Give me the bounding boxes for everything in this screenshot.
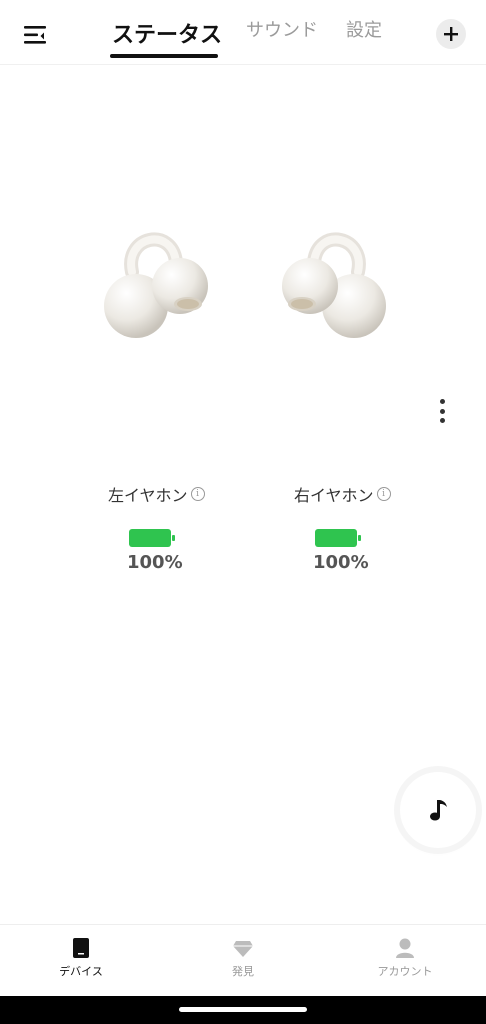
right-earbud-label-text: 右イヤホン xyxy=(294,486,374,505)
tab-settings[interactable]: 設定 xyxy=(346,16,382,42)
right-battery-icon xyxy=(315,529,361,547)
nav-devices[interactable]: デバイス xyxy=(31,937,131,979)
nav-discover-label: 発見 xyxy=(232,965,254,978)
info-icon[interactable]: i xyxy=(376,487,391,501)
left-earbud-image xyxy=(102,228,214,340)
left-earbud-label: 左イヤホン i xyxy=(108,482,205,506)
right-earbud-image xyxy=(276,228,388,340)
right-earbud-label: 右イヤホン i xyxy=(294,482,391,506)
nav-discover[interactable]: 発見 xyxy=(193,937,293,979)
more-dot xyxy=(439,418,445,423)
nav-account[interactable]: アカウント xyxy=(355,937,455,979)
plus-icon xyxy=(444,27,458,41)
device-icon xyxy=(73,938,89,958)
home-indicator[interactable] xyxy=(179,1007,307,1012)
active-tab-indicator xyxy=(110,54,218,58)
tab-sound[interactable]: サウンド xyxy=(246,16,318,42)
info-icon[interactable]: i xyxy=(190,487,205,501)
nav-devices-label: デバイス xyxy=(59,965,103,978)
left-earbud-label-text: 左イヤホン xyxy=(108,486,188,505)
right-battery-cap xyxy=(358,535,361,541)
add-device-button[interactable] xyxy=(436,19,466,49)
person-icon xyxy=(396,938,414,958)
left-battery-percent: 100% xyxy=(127,552,183,573)
tab-bar: ステータス サウンド 設定 xyxy=(0,0,486,64)
music-button[interactable] xyxy=(400,772,476,848)
music-note-icon xyxy=(430,800,447,821)
left-battery-icon xyxy=(129,529,175,547)
more-vertical-icon xyxy=(439,399,445,404)
bottom-navigation: デバイス 発見 アカウント xyxy=(0,924,486,997)
top-bar: ステータス サウンド 設定 xyxy=(0,0,486,65)
left-battery-fill xyxy=(129,529,171,547)
system-home-bar xyxy=(0,996,486,1024)
more-dot xyxy=(439,408,445,414)
more-options-button[interactable] xyxy=(430,396,454,426)
nav-account-label: アカウント xyxy=(377,965,433,978)
left-battery-cap xyxy=(172,535,175,541)
right-battery-fill xyxy=(315,529,357,547)
diamond-icon xyxy=(233,941,253,957)
right-battery-percent: 100% xyxy=(313,552,369,573)
tab-status[interactable]: ステータス xyxy=(112,17,222,49)
